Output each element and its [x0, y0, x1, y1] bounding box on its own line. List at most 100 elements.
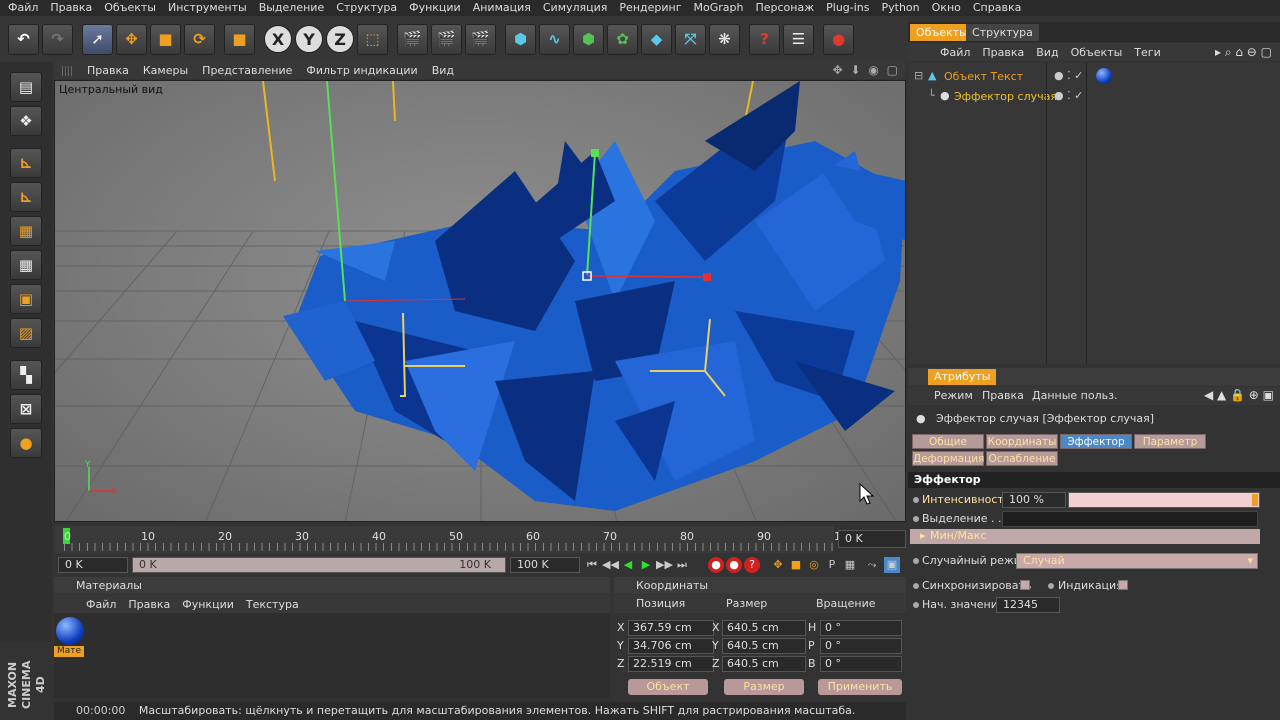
key-parameter-icon[interactable]: P	[824, 557, 840, 573]
cube-icon[interactable]: ⬢	[505, 23, 536, 55]
material-icon[interactable]: ●	[10, 428, 42, 458]
rotation-h-field[interactable]: 0 °	[820, 620, 902, 636]
tab-parameter[interactable]: Параметр	[1134, 434, 1206, 449]
key-pla-icon[interactable]: ▦	[842, 557, 858, 573]
autokey-icon[interactable]: ●	[726, 557, 742, 573]
menu-item[interactable]: Функции	[403, 0, 467, 16]
rotation-b-field[interactable]: 0 °	[820, 656, 902, 672]
menu-item[interactable]: Симуляция	[537, 0, 614, 16]
go-to-start-icon[interactable]: ⏮	[584, 557, 600, 573]
animate-dot-icon[interactable]	[913, 558, 919, 564]
range-slider[interactable]: 0 K 100 K	[132, 557, 506, 573]
visibility-dots-icon[interactable]: ● ⁚ ✓	[1054, 69, 1083, 82]
at-nav-icons[interactable]: ◀ ▲ 🔒 ⊕ ▣	[1204, 388, 1274, 402]
viewport-nav-icons[interactable]: ✥ ⬇ ◉ ▢	[833, 63, 900, 77]
3d-viewport[interactable]: Y X Центральный вид	[54, 80, 906, 522]
timeline-settings-icon[interactable]: ▣	[884, 557, 900, 573]
menu-item[interactable]: Объекты	[98, 0, 162, 16]
menu-item[interactable]: Справка	[967, 0, 1027, 16]
play-forward-icon[interactable]: ▶	[638, 557, 654, 573]
viewport-menu-filter[interactable]: Фильтр индикации	[299, 64, 424, 77]
menu-item[interactable]: Персонаж	[749, 0, 820, 16]
tab-basic[interactable]: Общие	[912, 434, 984, 449]
menu-item[interactable]: Рендеринг	[613, 0, 687, 16]
y-axis-icon[interactable]: Y	[295, 25, 323, 53]
material-preview[interactable]	[56, 617, 84, 645]
keyframe-selection-icon[interactable]: ?	[744, 557, 760, 573]
panel-grip-icon[interactable]	[62, 65, 72, 76]
light-icon[interactable]: ❋	[709, 23, 740, 55]
object-name[interactable]: Эффектор случая	[954, 90, 1057, 103]
om-menu-tags[interactable]: Теги	[1128, 46, 1166, 59]
record-keys-icon[interactable]: ●	[708, 557, 724, 573]
rotate-icon[interactable]: ⟳	[184, 23, 215, 55]
tab-coordinates[interactable]: Координаты	[986, 434, 1058, 449]
apply-button[interactable]: Применить	[818, 679, 902, 695]
texture-axis-icon[interactable]: ⊾	[10, 182, 42, 212]
tweak-icon[interactable]: ▚	[10, 360, 42, 390]
om-search-icon[interactable]: ▸ ⌕ ⌂ ⊖ ▢	[1215, 45, 1272, 60]
size-x-field[interactable]: 640.5 cm	[722, 620, 806, 636]
z-axis-icon[interactable]: Z	[326, 25, 354, 53]
random-mode-dropdown[interactable]: Случай ▾	[1016, 553, 1258, 569]
intensity-slider[interactable]	[1068, 492, 1260, 508]
timeline-ruler[interactable]	[64, 543, 834, 551]
object-axis-icon[interactable]: ⊾	[10, 148, 42, 178]
sync-checkbox[interactable]	[1020, 580, 1030, 590]
seed-field[interactable]: 12345	[996, 597, 1060, 613]
render-view-icon[interactable]: 🎬	[397, 23, 428, 55]
edges-mode-icon[interactable]: ▦	[10, 250, 42, 280]
timeline[interactable]: 0102030405060708090100	[54, 526, 855, 553]
animate-dot-icon[interactable]	[913, 583, 919, 589]
om-menu-edit[interactable]: Правка	[976, 46, 1030, 59]
render-picture-viewer-icon[interactable]: 🎬	[431, 23, 462, 55]
indication-checkbox[interactable]	[1118, 580, 1128, 590]
tab-falloff[interactable]: Ослабление	[986, 451, 1058, 466]
scale-icon[interactable]: ■	[150, 23, 181, 55]
size-z-field[interactable]: 640.5 cm	[722, 656, 806, 672]
size-mode-dropdown[interactable]: Размер	[724, 679, 804, 695]
tab-attributes[interactable]: Атрибуты	[928, 369, 997, 385]
at-menu-mode[interactable]: Режим	[934, 389, 973, 402]
at-menu-userdata[interactable]: Данные польз.	[1032, 389, 1117, 402]
minmax-group[interactable]: ▸ Мин/Макс	[910, 529, 1260, 544]
menu-item[interactable]: Правка	[44, 0, 98, 16]
model-mode-icon[interactable]: ❖	[10, 106, 42, 136]
interpolation-icon[interactable]: ⤳	[864, 557, 880, 573]
materials-menu-functions[interactable]: Функции	[176, 598, 240, 611]
animate-dot-icon[interactable]	[913, 516, 919, 522]
intensity-field[interactable]: 100 %	[1002, 492, 1066, 508]
menu-item[interactable]: Python	[876, 0, 926, 16]
record-icon[interactable]: ●	[823, 23, 854, 55]
materials-menu-texture[interactable]: Текстура	[240, 598, 305, 611]
intensity-slider-knob[interactable]	[1252, 494, 1258, 506]
tab-deformation[interactable]: Деформация	[912, 451, 984, 466]
menu-item[interactable]: Инструменты	[162, 0, 253, 16]
viewport-menu-cameras[interactable]: Камеры	[136, 64, 195, 77]
solo-icon[interactable]: ⊠	[10, 394, 42, 424]
minmax-expand-icon[interactable]: ▸	[920, 529, 926, 542]
recent-tool-icon[interactable]: ■	[224, 23, 255, 55]
tab-objects[interactable]: Объекты	[910, 24, 974, 41]
at-menu-edit[interactable]: Правка	[982, 389, 1024, 402]
size-y-field[interactable]: 640.5 cm	[722, 638, 806, 654]
end-frame-field[interactable]: 100 K	[510, 557, 580, 573]
play-backward-icon[interactable]: ◀	[620, 557, 636, 573]
polygons-mode-icon[interactable]: ▣	[10, 284, 42, 314]
go-to-end-icon[interactable]: ⏭	[674, 557, 690, 573]
uv-mode-icon[interactable]: ▨	[10, 318, 42, 348]
material-label[interactable]: Мате	[54, 646, 84, 657]
spline-pen-icon[interactable]: ∿	[539, 23, 570, 55]
rotation-p-field[interactable]: 0 °	[820, 638, 902, 654]
viewport-menu-display[interactable]: Представление	[195, 64, 299, 77]
menu-item[interactable]: Plug-ins	[820, 0, 875, 16]
undo-icon[interactable]: ↶	[8, 23, 39, 55]
object-mode-dropdown[interactable]: Объект	[628, 679, 708, 695]
object-name[interactable]: Объект Текст	[944, 70, 1023, 83]
visibility-dots-icon[interactable]: ● ⁚ ✓	[1054, 89, 1083, 102]
om-menu-file[interactable]: Файл	[934, 46, 976, 59]
menu-item[interactable]: Файл	[0, 0, 44, 16]
key-position-icon[interactable]: ✥	[770, 557, 786, 573]
array-icon[interactable]: ✿	[607, 23, 638, 55]
camera-icon[interactable]: ⤧	[675, 23, 706, 55]
